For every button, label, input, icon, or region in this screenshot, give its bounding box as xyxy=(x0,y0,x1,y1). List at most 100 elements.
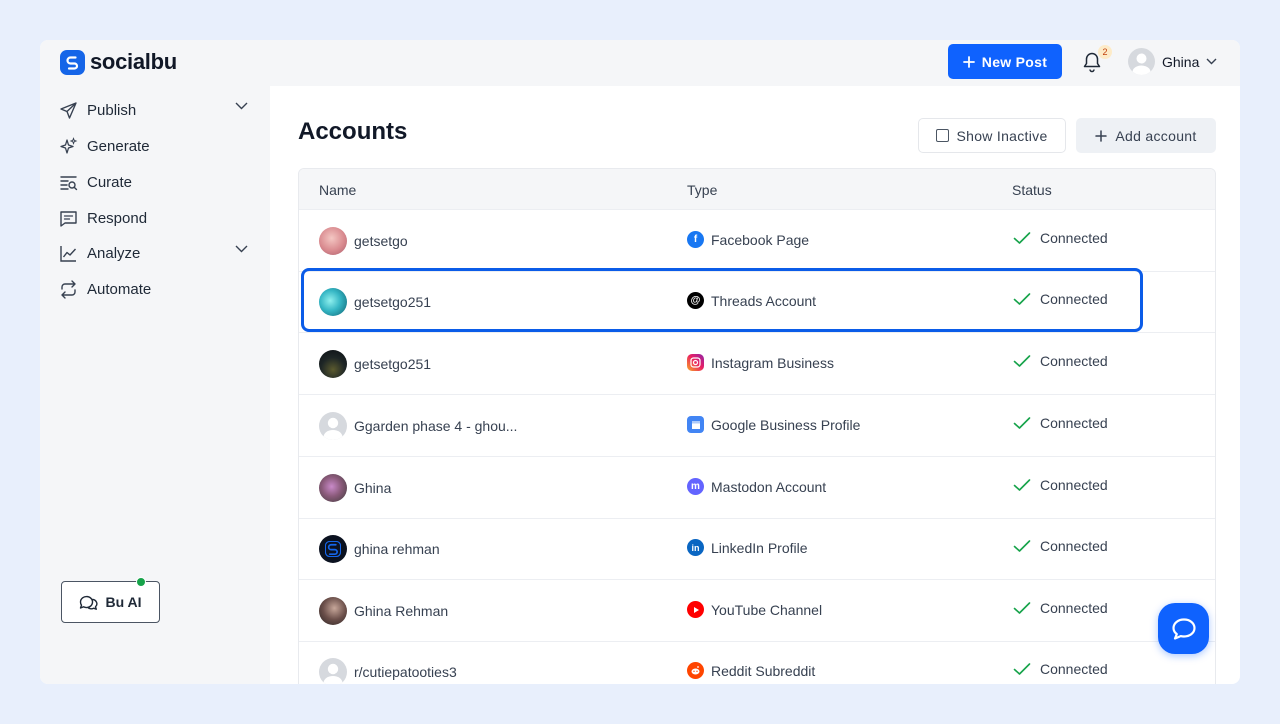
status-text: Connected xyxy=(1040,291,1108,307)
chart-icon xyxy=(58,243,78,263)
sidebar-item-analyze[interactable]: Analyze xyxy=(58,241,248,265)
account-avatar xyxy=(319,288,347,316)
repeat-icon xyxy=(58,279,78,299)
status-text: Connected xyxy=(1040,661,1108,677)
account-status-cell: Connected xyxy=(1013,477,1108,493)
account-type: Facebook Page xyxy=(711,231,810,248)
account-name-cell: ghina rehman xyxy=(319,535,440,563)
table-row[interactable]: Ghina Rehman YouTube Channel Connected xyxy=(299,580,1215,642)
account-status-cell: Connected xyxy=(1013,353,1108,369)
account-status-cell: Connected xyxy=(1013,600,1108,616)
account-status-cell: Connected xyxy=(1013,661,1108,677)
sidebar-item-label: Analyze xyxy=(87,244,141,262)
check-icon xyxy=(1013,232,1031,244)
logo-text: socialbu xyxy=(90,49,177,74)
account-avatar xyxy=(319,658,347,684)
send-icon xyxy=(58,100,78,120)
status-text: Connected xyxy=(1040,230,1108,246)
table-row[interactable]: getsetgo251 @ Threads Account Connected xyxy=(299,271,1215,333)
show-inactive-label: Show Inactive xyxy=(956,127,1048,144)
show-inactive-toggle[interactable]: Show Inactive xyxy=(918,118,1066,153)
chevron-down-icon xyxy=(1206,58,1217,65)
account-type-cell: m Mastodon Account xyxy=(687,478,826,495)
account-avatar xyxy=(319,412,347,440)
google-business-icon xyxy=(687,416,704,433)
table-header: Name Type Status xyxy=(299,169,1215,210)
account-type-cell: Google Business Profile xyxy=(687,416,860,433)
account-type-cell: @ Threads Account xyxy=(687,292,816,309)
plus-icon xyxy=(962,55,975,68)
status-text: Connected xyxy=(1040,477,1108,493)
account-name: ghina rehman xyxy=(354,541,440,557)
top-bar: socialbu New Post 2 Ghina xyxy=(40,40,1240,86)
logo[interactable]: socialbu xyxy=(60,49,177,75)
account-avatar xyxy=(319,350,347,378)
status-text: Connected xyxy=(1040,600,1108,616)
table-row[interactable]: r/cutiepatooties3 Reddit Subreddit Conne… xyxy=(299,641,1215,684)
sidebar-item-label: Curate xyxy=(87,173,133,191)
check-icon xyxy=(1013,540,1031,552)
chevron-down-icon[interactable] xyxy=(235,245,248,253)
chat-bubbles-icon xyxy=(80,595,98,610)
account-type-cell: YouTube Channel xyxy=(687,601,822,618)
support-chat-button[interactable] xyxy=(1158,603,1209,654)
account-name-cell: r/cutiepatooties3 xyxy=(319,658,457,684)
account-type-cell: Instagram Business xyxy=(687,354,834,371)
notification-badge: 2 xyxy=(1098,45,1112,59)
account-avatar xyxy=(319,227,347,255)
new-post-button[interactable]: New Post xyxy=(948,44,1062,79)
add-account-button[interactable]: Add account xyxy=(1076,118,1216,153)
facebook-icon: f xyxy=(687,231,704,248)
account-status-cell: Connected xyxy=(1013,230,1108,246)
sidebar-item-publish[interactable]: Publish xyxy=(58,98,248,122)
column-header-status[interactable]: Status xyxy=(1012,182,1052,198)
status-text: Connected xyxy=(1040,538,1108,554)
account-name: getsetgo251 xyxy=(354,294,432,310)
sparkles-icon xyxy=(58,136,78,156)
account-status-cell: Connected xyxy=(1013,291,1108,307)
account-name-cell: getsetgo xyxy=(319,227,408,255)
bu-ai-label: Bu AI xyxy=(105,594,142,610)
account-status-cell: Connected xyxy=(1013,415,1108,431)
bu-ai-button[interactable]: Bu AI xyxy=(61,581,160,623)
account-name: r/cutiepatooties3 xyxy=(354,664,457,680)
account-name-cell: Ghina Rehman xyxy=(319,597,448,625)
curate-icon xyxy=(58,172,78,192)
mastodon-icon: m xyxy=(687,478,704,495)
account-name: Ghina xyxy=(354,480,392,496)
threads-icon: @ xyxy=(687,292,704,309)
table-row[interactable]: ghina rehman in LinkedIn Profile Connect… xyxy=(299,518,1215,580)
user-menu[interactable]: Ghina xyxy=(1128,48,1217,75)
app-window: socialbu New Post 2 Ghina Publish Genera… xyxy=(40,40,1240,684)
account-type: Google Business Profile xyxy=(711,416,861,433)
add-account-label: Add account xyxy=(1115,127,1197,144)
user-name: Ghina xyxy=(1162,53,1200,70)
sidebar-item-automate[interactable]: Automate xyxy=(58,277,248,301)
sidebar-item-label: Respond xyxy=(87,209,148,227)
account-avatar xyxy=(319,597,347,625)
plus-icon xyxy=(1095,129,1108,142)
account-name: Ghina Rehman xyxy=(354,603,449,619)
column-header-name[interactable]: Name xyxy=(319,182,356,198)
account-type: YouTube Channel xyxy=(711,601,823,618)
sidebar-item-generate[interactable]: Generate xyxy=(58,134,248,158)
message-icon xyxy=(58,208,78,228)
column-header-type[interactable]: Type xyxy=(687,182,717,198)
table-row[interactable]: Ggarden phase 4 - ghou... Google Busines… xyxy=(299,395,1215,457)
chevron-down-icon[interactable] xyxy=(235,102,248,110)
sidebar-item-curate[interactable]: Curate xyxy=(58,170,248,194)
account-type-cell: in LinkedIn Profile xyxy=(687,539,808,556)
table-row[interactable]: Ghina m Mastodon Account Connected xyxy=(299,457,1215,519)
account-type: Reddit Subreddit xyxy=(711,662,816,679)
account-status-cell: Connected xyxy=(1013,538,1108,554)
table-row[interactable]: getsetgo251 Instagram Business Connected xyxy=(299,333,1215,395)
table-row[interactable]: getsetgo f Facebook Page Connected xyxy=(299,210,1215,272)
sidebar-item-respond[interactable]: Respond xyxy=(58,206,248,230)
check-icon xyxy=(1013,355,1031,367)
check-icon xyxy=(1013,663,1031,675)
status-text: Connected xyxy=(1040,415,1108,431)
account-avatar xyxy=(319,535,347,563)
account-name: getsetgo251 xyxy=(354,356,432,372)
checkbox-icon[interactable] xyxy=(936,129,950,142)
check-icon xyxy=(1013,293,1031,305)
